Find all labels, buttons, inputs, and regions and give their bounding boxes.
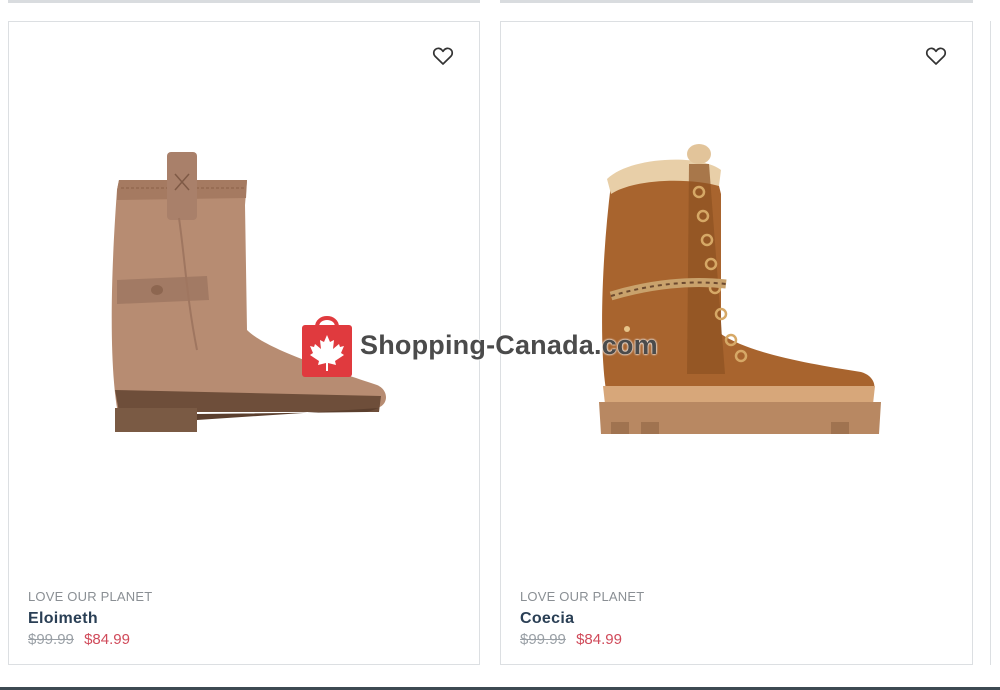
previous-row-card-edge xyxy=(500,0,973,3)
price-row: $99.99 $84.99 xyxy=(520,631,644,648)
product-card[interactable]: LOVE OUR PLANET Coecia $99.99 $84.99 xyxy=(500,21,973,665)
collection-label: LOVE OUR PLANET xyxy=(520,589,645,604)
product-info: LOVE OUR PLANET Eloimeth $99.99 $84.99 xyxy=(28,589,152,648)
product-name[interactable]: Coecia xyxy=(520,610,644,628)
product-name[interactable]: Eloimeth xyxy=(28,610,152,628)
price-row: $99.99 $84.99 xyxy=(28,631,152,648)
product-card[interactable]: LOVE OUR PLANET Eloimeth $99.99 $84.99 xyxy=(8,21,480,665)
product-image[interactable] xyxy=(97,150,397,432)
product-info: LOVE OUR PLANET Coecia $99.99 $84.99 xyxy=(520,589,644,648)
collection-label: LOVE OUR PLANET xyxy=(28,589,153,604)
product-image[interactable] xyxy=(591,134,891,434)
original-price: $99.99 xyxy=(520,631,566,648)
sale-price: $84.99 xyxy=(576,631,622,648)
original-price: $99.99 xyxy=(28,631,74,648)
next-product-card-edge xyxy=(990,21,1000,665)
wishlist-heart-icon[interactable] xyxy=(431,44,455,68)
sale-price: $84.99 xyxy=(84,631,130,648)
previous-row-card-edge xyxy=(8,0,480,3)
wishlist-heart-icon[interactable] xyxy=(924,44,948,68)
